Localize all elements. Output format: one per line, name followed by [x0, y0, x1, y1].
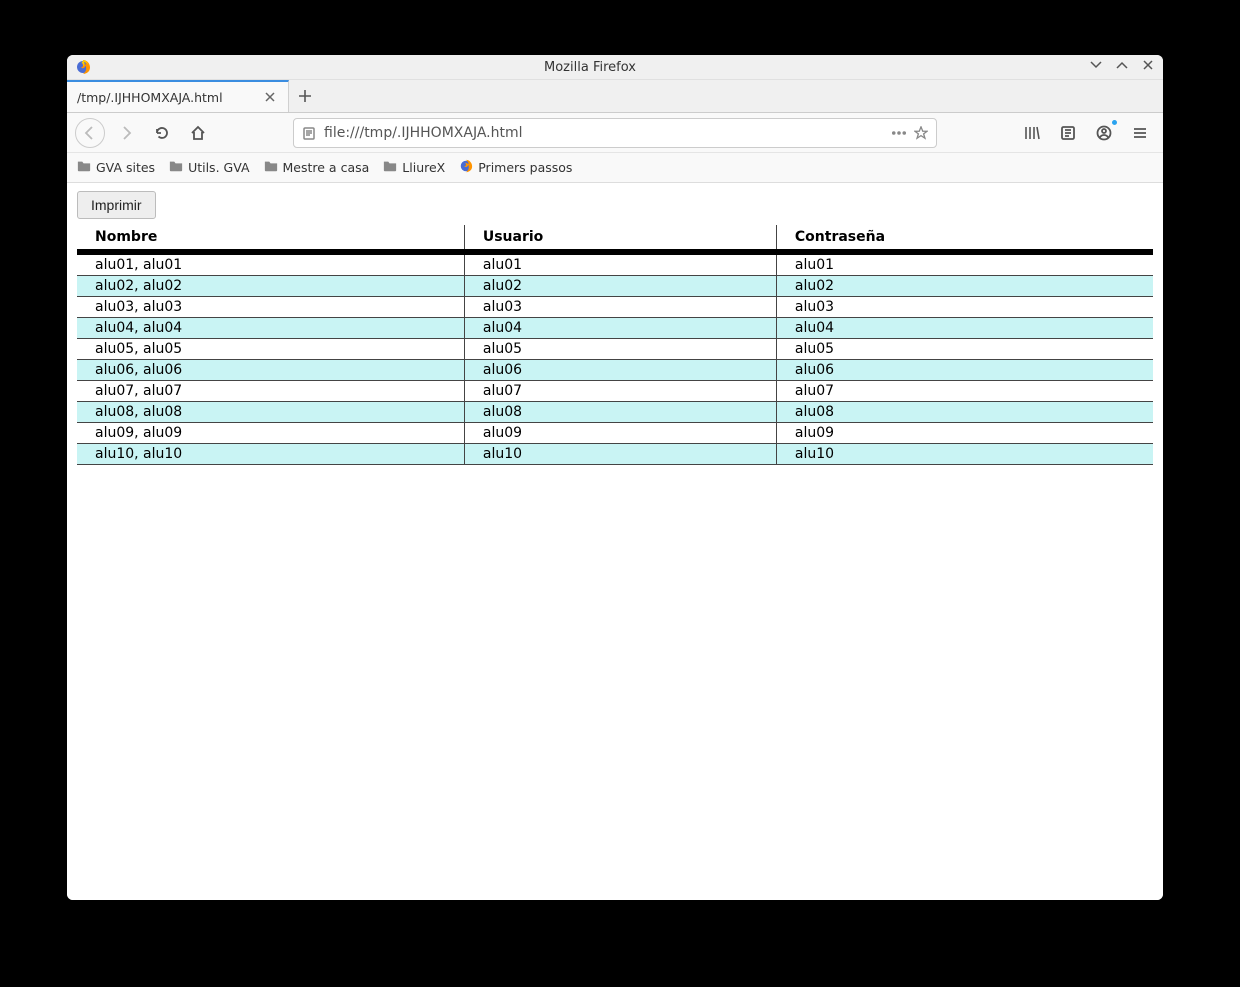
firefox-icon: [75, 59, 91, 75]
table-row: alu03, alu03alu03alu03: [77, 297, 1153, 318]
bookmark-item[interactable]: GVA sites: [77, 159, 155, 176]
table-row: alu01, alu01alu01alu01: [77, 252, 1153, 276]
bookmark-item[interactable]: Mestre a casa: [264, 159, 370, 176]
table-cell-nombre: alu01, alu01: [77, 252, 464, 276]
reader-view-button[interactable]: [1053, 118, 1083, 148]
back-button[interactable]: [75, 118, 105, 148]
table-cell-nombre: alu08, alu08: [77, 402, 464, 423]
reload-button[interactable]: [147, 118, 177, 148]
table-cell-contrasena: alu08: [776, 402, 1153, 423]
browser-window: Mozilla Firefox /tmp/.IJHHOMXAJA.html: [67, 55, 1163, 900]
table-cell-usuario: alu08: [464, 402, 776, 423]
library-button[interactable]: [1017, 118, 1047, 148]
page-info-icon[interactable]: [302, 126, 316, 140]
more-actions-icon[interactable]: [892, 126, 906, 140]
close-button[interactable]: [1141, 59, 1155, 75]
table-cell-contrasena: alu10: [776, 444, 1153, 465]
url-text: file:///tmp/.IJHHOMXAJA.html: [324, 125, 884, 141]
table-cell-contrasena: alu02: [776, 276, 1153, 297]
table-cell-nombre: alu06, alu06: [77, 360, 464, 381]
tabbar: /tmp/.IJHHOMXAJA.html: [67, 80, 1163, 113]
window-title: Mozilla Firefox: [91, 60, 1089, 75]
table-row: alu05, alu05alu05alu05: [77, 339, 1153, 360]
table-cell-usuario: alu02: [464, 276, 776, 297]
table-cell-contrasena: alu04: [776, 318, 1153, 339]
maximize-button[interactable]: [1115, 59, 1129, 75]
users-table: Nombre Usuario Contraseña alu01, alu01al…: [77, 225, 1153, 465]
table-cell-usuario: alu09: [464, 423, 776, 444]
folder-icon: [264, 159, 278, 176]
hamburger-menu-button[interactable]: [1125, 118, 1155, 148]
table-cell-contrasena: alu09: [776, 423, 1153, 444]
bookmark-item[interactable]: LliureX: [383, 159, 445, 176]
folder-icon: [77, 159, 91, 176]
table-cell-nombre: alu10, alu10: [77, 444, 464, 465]
folder-icon: [169, 159, 183, 176]
account-button[interactable]: [1089, 118, 1119, 148]
tab-label: /tmp/.IJHHOMXAJA.html: [77, 90, 262, 105]
notification-dot-icon: [1111, 119, 1118, 126]
column-header-usuario: Usuario: [464, 225, 776, 252]
firefox-icon: [459, 159, 473, 176]
bookmark-label: Mestre a casa: [283, 160, 370, 175]
window-controls: [1089, 59, 1155, 75]
column-header-contrasena: Contraseña: [776, 225, 1153, 252]
table-cell-usuario: alu01: [464, 252, 776, 276]
bookmarks-toolbar: GVA sites Utils. GVA Mestre a casa LliureX P…: [67, 153, 1163, 183]
forward-button[interactable]: [111, 118, 141, 148]
print-button[interactable]: Imprimir: [77, 191, 156, 219]
table-row: alu02, alu02alu02alu02: [77, 276, 1153, 297]
table-cell-contrasena: alu01: [776, 252, 1153, 276]
column-header-nombre: Nombre: [77, 225, 464, 252]
bookmark-item[interactable]: Primers passos: [459, 159, 572, 176]
tab-close-icon[interactable]: [262, 89, 278, 105]
bookmark-label: Utils. GVA: [188, 160, 249, 175]
bookmark-item[interactable]: Utils. GVA: [169, 159, 249, 176]
table-cell-contrasena: alu06: [776, 360, 1153, 381]
browser-tab[interactable]: /tmp/.IJHHOMXAJA.html: [67, 80, 289, 112]
table-cell-nombre: alu04, alu04: [77, 318, 464, 339]
table-cell-usuario: alu10: [464, 444, 776, 465]
table-cell-usuario: alu06: [464, 360, 776, 381]
table-cell-nombre: alu03, alu03: [77, 297, 464, 318]
table-cell-contrasena: alu05: [776, 339, 1153, 360]
table-cell-nombre: alu09, alu09: [77, 423, 464, 444]
table-row: alu04, alu04alu04alu04: [77, 318, 1153, 339]
table-cell-nombre: alu05, alu05: [77, 339, 464, 360]
bookmark-label: LliureX: [402, 160, 445, 175]
table-row: alu07, alu07alu07alu07: [77, 381, 1153, 402]
table-row: alu06, alu06alu06alu06: [77, 360, 1153, 381]
folder-icon: [383, 159, 397, 176]
table-cell-contrasena: alu07: [776, 381, 1153, 402]
table-cell-usuario: alu04: [464, 318, 776, 339]
table-row: alu09, alu09alu09alu09: [77, 423, 1153, 444]
bookmark-label: GVA sites: [96, 160, 155, 175]
table-row: alu08, alu08alu08alu08: [77, 402, 1153, 423]
table-cell-usuario: alu03: [464, 297, 776, 318]
bookmark-label: Primers passos: [478, 160, 572, 175]
table-cell-nombre: alu02, alu02: [77, 276, 464, 297]
titlebar: Mozilla Firefox: [67, 55, 1163, 80]
table-cell-usuario: alu05: [464, 339, 776, 360]
table-row: alu10, alu10alu10alu10: [77, 444, 1153, 465]
home-button[interactable]: [183, 118, 213, 148]
minimize-button[interactable]: [1089, 59, 1103, 75]
navigation-toolbar: file:///tmp/.IJHHOMXAJA.html: [67, 113, 1163, 153]
new-tab-button[interactable]: [289, 80, 321, 112]
url-bar[interactable]: file:///tmp/.IJHHOMXAJA.html: [293, 118, 937, 148]
table-cell-nombre: alu07, alu07: [77, 381, 464, 402]
bookmark-star-icon[interactable]: [914, 126, 928, 140]
table-header-row: Nombre Usuario Contraseña: [77, 225, 1153, 252]
table-cell-usuario: alu07: [464, 381, 776, 402]
page-content: Imprimir Nombre Usuario Contraseña alu01…: [67, 183, 1163, 900]
table-cell-contrasena: alu03: [776, 297, 1153, 318]
